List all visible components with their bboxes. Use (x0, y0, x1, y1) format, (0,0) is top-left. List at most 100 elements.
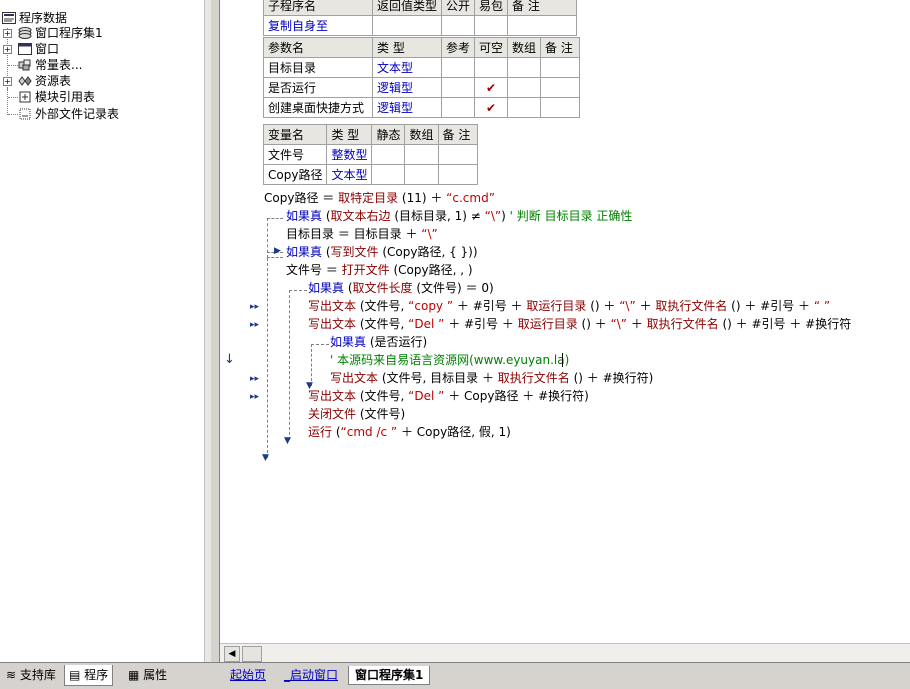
left-panel-scrollbar[interactable] (204, 0, 211, 662)
var-name[interactable]: Copy路径 (262, 164, 328, 185)
static-cell[interactable] (371, 164, 406, 185)
tab-support-library[interactable]: ≋ 支持库 (2, 665, 60, 685)
program-icon: ▤ (69, 668, 81, 682)
remark-cell[interactable] (540, 97, 581, 118)
tree-item-constants[interactable]: 常量表... (18, 57, 82, 73)
array-cell[interactable] (507, 57, 542, 78)
tree-root[interactable]: 程序数据 (2, 10, 67, 26)
code-line[interactable]: 如果真 (写到文件 (Copy路径, { })) (286, 243, 478, 261)
flow-end-arrow: ▼ (262, 453, 269, 463)
tab-program[interactable]: ▤ 程序 (64, 665, 114, 686)
var-name[interactable]: 文件号 (262, 144, 328, 165)
constants-icon (18, 59, 31, 71)
current-line-arrow-icon: ↓ (224, 352, 235, 367)
ref-cell[interactable] (440, 97, 476, 118)
code-line[interactable]: 如果真 (取文件长度 (文件号) ＝ 0) (308, 279, 494, 297)
col-header: 备 注 (540, 37, 581, 58)
col-header: 数组 (507, 37, 542, 58)
remark-cell[interactable] (540, 77, 581, 98)
code-line[interactable]: 文件号 ＝ 打开文件 (Copy路径, , ) (286, 261, 473, 279)
param-name[interactable]: 是否运行 (263, 77, 373, 98)
easy-package-cell[interactable] (474, 15, 509, 36)
col-header: 公开 (441, 0, 476, 16)
window-icon (18, 43, 32, 55)
code-line[interactable]: 如果真 (是否运行) (330, 333, 427, 351)
tab-startup-window[interactable]: _启动窗口 (278, 666, 344, 684)
array-cell[interactable] (404, 144, 439, 165)
properties-icon: ▦ (128, 668, 140, 682)
table-row[interactable]: Copy路径 文本型 (262, 164, 478, 185)
table-row[interactable]: 创建桌面快捷方式 逻辑型 ✔ (263, 97, 581, 118)
code-line[interactable]: 写出文本 (文件号, “Del ” ＋ #引号 ＋ 取运行目录 () ＋ “\”… (308, 315, 851, 333)
tree-item-label: 模块引用表 (35, 90, 96, 104)
var-type[interactable]: 整数型 (326, 144, 373, 165)
tree-item-resources[interactable]: 资源表 (18, 73, 71, 89)
remark-cell[interactable] (507, 15, 578, 36)
expand-toggle-resources[interactable]: + (3, 77, 12, 86)
code-line[interactable]: 目标目录 ＝ 目标目录 ＋ “\” (286, 225, 438, 243)
code-line[interactable]: 写出文本 (文件号, 目标目录 ＋ 取执行文件名 () ＋ #换行符) (330, 369, 653, 387)
ref-cell[interactable] (440, 57, 476, 78)
array-cell[interactable] (404, 164, 439, 185)
table-row[interactable]: 文件号 整数型 (262, 144, 478, 165)
param-type[interactable]: 文本型 (372, 57, 442, 78)
fold-marker-icon[interactable]: ▸▸ (250, 374, 259, 384)
array-cell[interactable] (507, 77, 542, 98)
expand-toggle-window[interactable]: + (3, 45, 12, 54)
flow-line (311, 344, 312, 386)
array-cell[interactable] (507, 97, 542, 118)
module-icon (19, 91, 31, 103)
code-line[interactable]: 运行 (“cmd /c ” ＋ Copy路径, 假, 1) (308, 423, 511, 441)
nullable-cell[interactable] (474, 57, 509, 78)
code-line[interactable]: 写出文本 (文件号, “copy ” ＋ #引号 ＋ 取运行目录 () ＋ “\… (308, 297, 830, 315)
code-line[interactable]: Copy路径 ＝ 取特定目录 (11) ＋ “c.cmd” (264, 189, 495, 207)
subroutine-table: 子程序名 返回值类型 公开 易包 备 注 复制自身至 (263, 0, 578, 36)
subroutine-name-cell[interactable]: 复制自身至 (263, 15, 373, 36)
remark-cell[interactable] (437, 144, 478, 165)
parameter-table: 参数名 类 型 参考 可空 数组 备 注 目标目录 文本型 是否运行 逻辑型 ✔… (263, 37, 581, 118)
text-cursor (562, 353, 563, 367)
nullable-cell[interactable]: ✔ (474, 97, 509, 118)
col-header: 子程序名 (263, 0, 373, 16)
code-line[interactable]: ' 本源码来自易语言资源网(www.eyuyan.la) (330, 351, 569, 369)
remark-cell[interactable] (437, 164, 478, 185)
col-header: 类 型 (372, 37, 442, 58)
document-tabs: 起始页 _启动窗口 窗口程序集1 (218, 662, 910, 689)
col-header: 类 型 (326, 124, 373, 145)
table-row[interactable]: 是否运行 逻辑型 ✔ (263, 77, 581, 98)
scroll-thumb[interactable] (242, 646, 262, 662)
editor-horizontal-scrollbar[interactable]: ◀ (220, 643, 910, 663)
code-line[interactable]: 如果真 (取文本右边 (目标目录, 1) ≠ “\”) ' 判断 目标目录 正确… (286, 207, 632, 225)
remark-cell[interactable] (540, 57, 581, 78)
tab-start-page[interactable]: 起始页 (224, 666, 272, 684)
col-header: 备 注 (507, 0, 578, 16)
static-cell[interactable] (371, 144, 406, 165)
ref-cell[interactable] (440, 77, 476, 98)
tab-label: 属性 (143, 668, 168, 682)
param-name[interactable]: 目标目录 (263, 57, 373, 78)
code-line[interactable]: 关闭文件 (文件号) (308, 405, 405, 423)
panel-splitter[interactable] (211, 0, 220, 662)
param-name[interactable]: 创建桌面快捷方式 (263, 97, 373, 118)
return-type-cell[interactable] (371, 15, 443, 36)
flow-end-arrow: ▼ (284, 436, 291, 446)
tree-item-assembly[interactable]: 窗口程序集1 (18, 25, 103, 41)
code-editor[interactable]: 子程序名 返回值类型 公开 易包 备 注 复制自身至 参数名 类 型 参考 可空… (220, 0, 910, 643)
tree-item-window[interactable]: 窗口 (18, 41, 59, 57)
var-type[interactable]: 文本型 (326, 164, 373, 185)
tree-item-module-ref[interactable]: 模块引用表 (18, 89, 95, 105)
expand-toggle-assembly[interactable]: + (3, 29, 12, 38)
code-line[interactable]: 写出文本 (文件号, “Del ” ＋ Copy路径 ＋ #换行符) (308, 387, 589, 405)
scroll-left-icon[interactable]: ◀ (224, 646, 240, 662)
param-type[interactable]: 逻辑型 (372, 97, 442, 118)
public-cell[interactable] (441, 15, 476, 36)
fold-marker-icon[interactable]: ▸▸ (250, 392, 259, 402)
tree-item-external-files[interactable]: 外部文件记录表 (18, 106, 119, 122)
fold-marker-icon[interactable]: ▸▸ (250, 302, 259, 312)
table-row[interactable]: 目标目录 文本型 (263, 57, 581, 78)
tab-window-assembly[interactable]: 窗口程序集1 (348, 666, 431, 685)
param-type[interactable]: 逻辑型 (372, 77, 442, 98)
fold-marker-icon[interactable]: ▸▸ (250, 320, 259, 330)
nullable-cell[interactable]: ✔ (474, 77, 509, 98)
tab-properties[interactable]: ▦ 属性 (124, 665, 171, 685)
